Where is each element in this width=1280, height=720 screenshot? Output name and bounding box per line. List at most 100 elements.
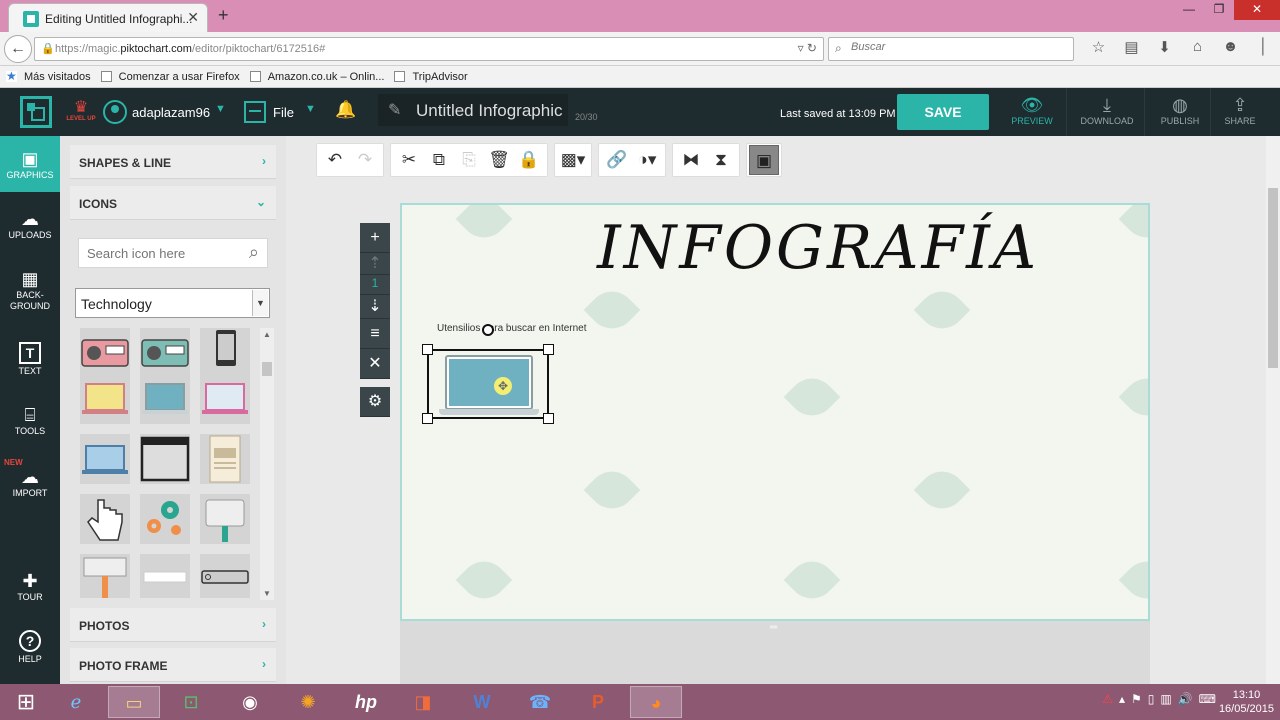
avatar[interactable] bbox=[103, 100, 127, 124]
windows-start-icon[interactable]: ⊞ bbox=[0, 686, 52, 718]
document-title-field[interactable]: ✎ Untitled Infographic bbox=[378, 94, 568, 126]
icon-search-input[interactable] bbox=[87, 246, 232, 261]
word-icon[interactable]: W bbox=[456, 686, 508, 718]
resize-handle[interactable] bbox=[543, 413, 554, 424]
flip-vertical-icon[interactable]: ⧗ bbox=[706, 145, 736, 175]
scrollbar-thumb[interactable] bbox=[1268, 188, 1278, 368]
laptop-yellow-icon[interactable] bbox=[80, 374, 130, 424]
move-up-icon[interactable]: ⇡ bbox=[360, 253, 390, 275]
rail-import[interactable]: ☁ IMPORT bbox=[0, 466, 60, 499]
hand-pointer-icon[interactable] bbox=[80, 494, 130, 544]
hp-icon[interactable]: hp bbox=[340, 686, 392, 718]
reading-list-icon[interactable]: ▤ bbox=[1115, 38, 1148, 56]
skype-like-icon[interactable]: ☎ bbox=[514, 686, 566, 718]
preview-button[interactable]: 👁 PREVIEW bbox=[997, 94, 1067, 126]
save-button[interactable]: SAVE bbox=[897, 94, 989, 130]
file-icon[interactable] bbox=[244, 101, 266, 123]
sign-board-icon[interactable] bbox=[200, 494, 250, 544]
reload-icon[interactable]: ▿ ↻ bbox=[798, 41, 817, 55]
new-tab-button[interactable]: + bbox=[218, 5, 229, 26]
download-button[interactable]: ⤓ DOWNLOAD bbox=[1072, 94, 1142, 126]
downloads-icon[interactable]: ⬇ bbox=[1148, 38, 1181, 56]
alert-icon[interactable]: ⚠ bbox=[1102, 692, 1113, 706]
lock-icon[interactable]: 🔒 bbox=[514, 145, 544, 175]
browser-tab[interactable]: Editing Untitled Infographi... ✕ bbox=[8, 3, 208, 32]
browser-search-input[interactable] bbox=[851, 41, 1051, 53]
office-icon[interactable]: ◨ bbox=[397, 686, 449, 718]
minimize-icon[interactable]: — bbox=[1174, 0, 1204, 20]
bookmark-item[interactable]: TripAdvisor bbox=[394, 71, 468, 83]
resize-handle[interactable] bbox=[422, 413, 433, 424]
input-bar-icon[interactable] bbox=[140, 554, 190, 598]
laptop-pink-icon[interactable] bbox=[200, 374, 250, 424]
section-photos[interactable]: PHOTOS › bbox=[70, 608, 276, 642]
internet-explorer-icon[interactable]: ℯ bbox=[50, 686, 102, 718]
phone-icon[interactable] bbox=[200, 328, 250, 378]
maximize-icon[interactable]: ❐ bbox=[1204, 0, 1234, 20]
bookmark-item[interactable]: Comenzar a usar Firefox bbox=[100, 71, 240, 83]
chevron-down-icon[interactable]: ▼ bbox=[305, 103, 316, 115]
powerpoint-icon[interactable]: P bbox=[572, 686, 624, 718]
rail-tools[interactable]: ⌸ TOOLS bbox=[0, 404, 60, 437]
arrange-icon[interactable]: ▣ bbox=[749, 145, 779, 175]
document-title[interactable]: Untitled Infographic bbox=[416, 101, 566, 121]
file-menu[interactable]: File bbox=[273, 105, 294, 120]
add-block-icon[interactable]: + bbox=[360, 223, 390, 253]
volume-icon[interactable]: 🔊 bbox=[1178, 692, 1193, 706]
newspaper-icon[interactable] bbox=[200, 434, 250, 484]
taskbar-clock[interactable]: 13:10 16/05/2015 bbox=[1219, 688, 1274, 716]
icon-category-select[interactable]: Technology ▼ bbox=[75, 288, 270, 318]
trash-icon[interactable]: 🗑 bbox=[484, 145, 514, 175]
bookmark-item[interactable]: ★ Más visitados bbox=[6, 70, 91, 83]
window-close-icon[interactable]: ✕ bbox=[1234, 0, 1280, 20]
level-up-badge[interactable]: ♛ LEVEL UP bbox=[66, 100, 96, 123]
icon-grid-scrollbar[interactable]: ▲ ▼ bbox=[260, 328, 274, 600]
browser-search-box[interactable]: ⌕ bbox=[828, 37, 1074, 61]
chevron-down-icon[interactable]: ▼ bbox=[215, 103, 226, 115]
section-icons[interactable]: ICONS ⌄ bbox=[70, 186, 276, 220]
rail-graphics[interactable]: ▣ GRAPHICS bbox=[0, 136, 60, 192]
show-hidden-icon[interactable]: ▴ bbox=[1119, 692, 1125, 706]
resize-grip-icon[interactable]: ═ bbox=[770, 622, 777, 633]
copy-icon[interactable]: ⧉ bbox=[424, 145, 454, 175]
link-icon[interactable]: 🔗 bbox=[602, 145, 632, 175]
duplicate-block-icon[interactable]: ≡ bbox=[360, 319, 390, 349]
rail-tour[interactable]: ✚ TOUR bbox=[0, 570, 60, 603]
camera-app-icon[interactable]: ◉ bbox=[224, 686, 276, 718]
undo-icon[interactable]: ↶ bbox=[320, 145, 350, 175]
selected-laptop-graphic[interactable]: ✥ bbox=[422, 344, 554, 424]
settings-gear-icon[interactable]: ⚙ bbox=[360, 387, 390, 417]
redo-icon[interactable]: ↷ bbox=[350, 145, 380, 175]
resize-handle[interactable] bbox=[422, 344, 433, 355]
bookmark-star-icon[interactable]: ☆ bbox=[1082, 38, 1115, 56]
laptop-blue-icon[interactable] bbox=[140, 374, 190, 424]
radio-icon[interactable] bbox=[80, 328, 130, 378]
infographic-title[interactable]: INFOGRAFÍA bbox=[597, 213, 1036, 283]
caption-text[interactable]: Utensilios para buscar en Internet bbox=[437, 323, 587, 334]
tab-close-button[interactable]: ✕ bbox=[187, 9, 199, 26]
gears-icon[interactable] bbox=[140, 494, 190, 544]
share-button[interactable]: ⇪ SHARE bbox=[1205, 94, 1275, 126]
keyboard-icon[interactable]: ⌨ bbox=[1199, 692, 1216, 706]
url-bar[interactable]: 🔒 https://magic.piktochart.com/editor/pi… bbox=[34, 37, 824, 61]
flip-horizontal-icon[interactable]: ⧓ bbox=[676, 145, 706, 175]
signpost-icon[interactable] bbox=[80, 554, 130, 598]
rail-background[interactable]: ▦ BACK- GROUND bbox=[0, 268, 60, 312]
paste-icon[interactable]: ⎘ bbox=[454, 145, 484, 175]
rail-uploads[interactable]: ☁ UPLOADS bbox=[0, 208, 60, 241]
workspace-scrollbar[interactable] bbox=[1266, 136, 1280, 684]
infographic-page[interactable]: INFOGRAFÍA Utensilios para buscar en Int… bbox=[400, 203, 1150, 621]
chat-icon[interactable]: ☻ bbox=[1214, 38, 1247, 56]
browser-window-icon[interactable] bbox=[140, 434, 190, 484]
rotate-handle[interactable] bbox=[482, 324, 494, 336]
section-shapes-line[interactable]: SHAPES & LINE › bbox=[70, 145, 276, 179]
bookmark-item[interactable]: Amazon.co.uk – Onlin... bbox=[249, 71, 384, 83]
scrollbar-thumb[interactable] bbox=[262, 362, 272, 376]
network-icon[interactable]: ▥ bbox=[1160, 692, 1171, 706]
username[interactable]: adaplazam96 bbox=[132, 105, 210, 120]
firefox-icon[interactable]: ◕ bbox=[630, 686, 682, 718]
home-icon[interactable]: ⌂ bbox=[1181, 38, 1214, 56]
chevron-down-icon[interactable]: ▼ bbox=[252, 290, 268, 316]
radio-icon[interactable] bbox=[140, 328, 190, 378]
move-down-icon[interactable]: ⇣ bbox=[360, 295, 390, 319]
